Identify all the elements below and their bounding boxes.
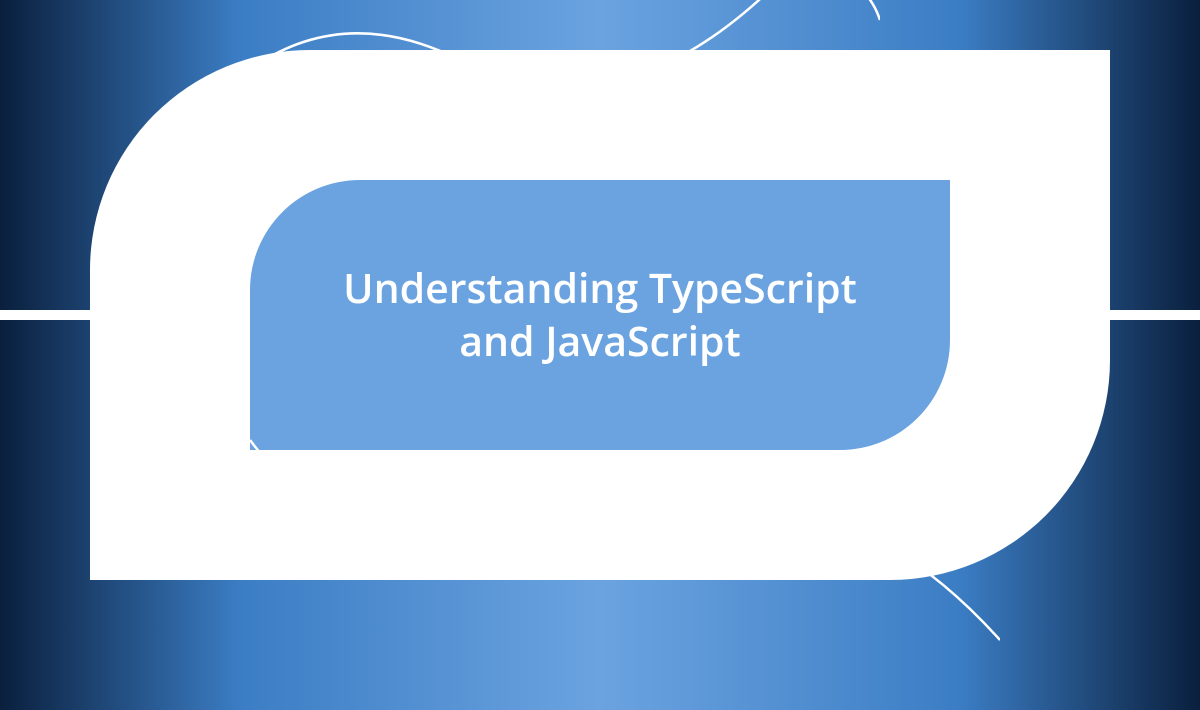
inner-title-panel: Understanding TypeScript and JavaScript <box>250 180 950 450</box>
banner-title: Understanding TypeScript and JavaScript <box>310 262 890 369</box>
outer-card-shape: Understanding TypeScript and JavaScript <box>90 50 1110 580</box>
